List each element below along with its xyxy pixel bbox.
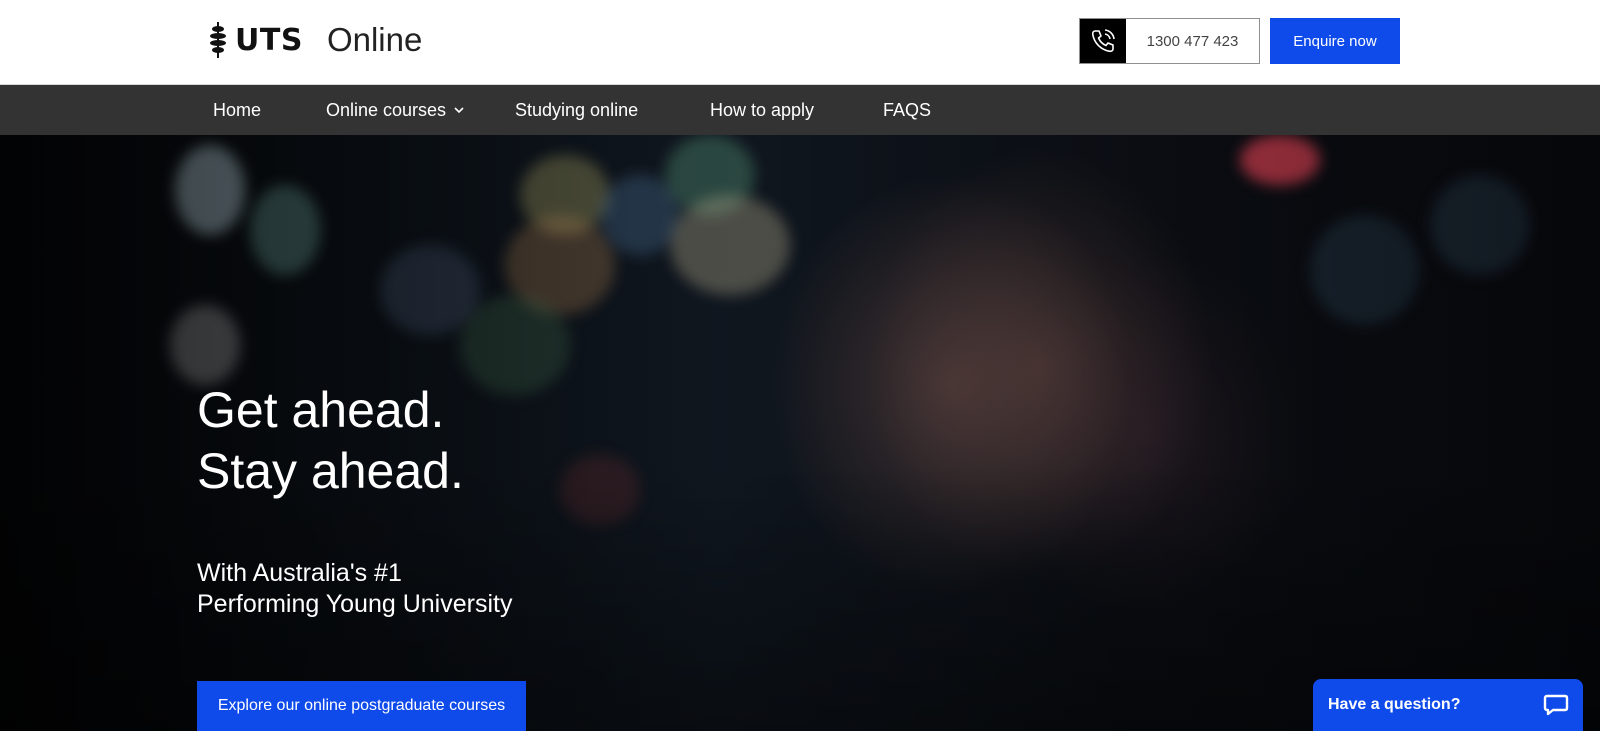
- uts-online-logo[interactable]: UTS Online: [207, 20, 422, 60]
- hero-headline: Get ahead. Stay ahead.: [197, 380, 464, 502]
- logo-uts-text: UTS: [235, 22, 303, 58]
- phone-icon: [1091, 29, 1115, 53]
- phone-icon-box: [1080, 19, 1126, 63]
- chat-widget-button[interactable]: Have a question?: [1313, 679, 1583, 731]
- nav-item-label: FAQS: [883, 99, 932, 120]
- headline-line-2: Stay ahead.: [197, 443, 464, 499]
- subline-line-1: With Australia's #1: [197, 559, 402, 587]
- phone-contact[interactable]: 1300 477 423: [1079, 18, 1260, 64]
- chat-bubble-icon: [1543, 694, 1569, 716]
- nav-item-label: Online courses: [326, 99, 447, 120]
- nav-item-faqs[interactable]: FAQS: [883, 85, 931, 135]
- main-nav: Home Online courses Studying online How …: [0, 85, 1600, 135]
- nav-item-home[interactable]: Home: [213, 85, 261, 135]
- chat-label: Have a question?: [1328, 696, 1461, 713]
- site-header: UTS Online 1300 477 423 Enquire now: [0, 0, 1600, 85]
- nav-item-how-to-apply[interactable]: How to apply: [710, 85, 814, 135]
- nav-item-studying-online[interactable]: Studying online: [515, 85, 638, 135]
- nav-item-label: How to apply: [710, 99, 815, 120]
- uts-crest-icon: [210, 22, 226, 58]
- nav-item-label: Home: [213, 99, 262, 120]
- hero-subheadline: With Australia's #1 Performing Young Uni…: [197, 558, 512, 620]
- explore-courses-button[interactable]: Explore our online postgraduate courses: [197, 681, 526, 731]
- nav-item-online-courses[interactable]: Online courses: [326, 85, 465, 135]
- logo-online-text: Online: [326, 21, 423, 58]
- chevron-down-icon: [454, 107, 464, 114]
- page: UTS Online 1300 477 423 Enquire now Home…: [0, 0, 1600, 731]
- enquire-now-button[interactable]: Enquire now: [1270, 18, 1400, 64]
- headline-line-1: Get ahead.: [197, 382, 445, 438]
- subline-line-2: Performing Young University: [197, 590, 513, 618]
- hero-banner: Get ahead. Stay ahead. With Australia's …: [0, 135, 1600, 731]
- phone-number: 1300 477 423: [1126, 19, 1259, 63]
- nav-item-label: Studying online: [515, 99, 639, 120]
